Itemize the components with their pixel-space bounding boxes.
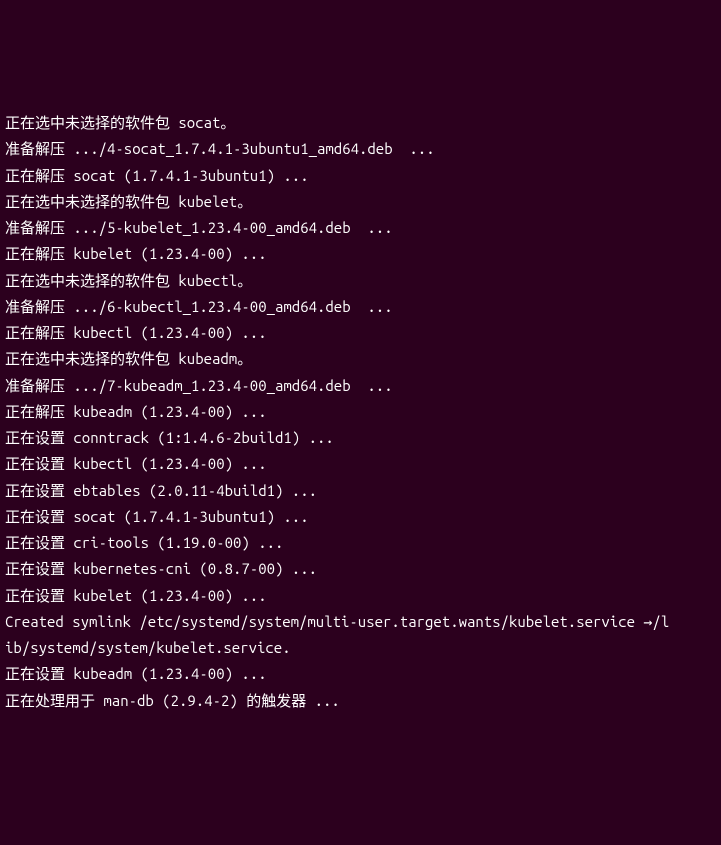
terminal-line: Created symlink /etc/systemd/system/mult… xyxy=(5,609,716,635)
terminal-line: 正在设置 ebtables (2.0.11-4build1) ... xyxy=(5,478,716,504)
terminal-line: 正在解压 kubelet (1.23.4-00) ... xyxy=(5,241,716,267)
terminal-line: 正在选中未选择的软件包 kubelet。 xyxy=(5,189,716,215)
terminal-line: 正在设置 kubelet (1.23.4-00) ... xyxy=(5,583,716,609)
terminal-line: 正在设置 kubernetes-cni (0.8.7-00) ... xyxy=(5,556,716,582)
terminal-line: 准备解压 .../7-kubeadm_1.23.4-00_amd64.deb .… xyxy=(5,373,716,399)
terminal-line: 准备解压 .../5-kubelet_1.23.4-00_amd64.deb .… xyxy=(5,215,716,241)
terminal-line: 准备解压 .../6-kubectl_1.23.4-00_amd64.deb .… xyxy=(5,294,716,320)
terminal-line: 正在设置 kubeadm (1.23.4-00) ... xyxy=(5,661,716,687)
terminal-line: 正在设置 socat (1.7.4.1-3ubuntu1) ... xyxy=(5,504,716,530)
terminal-line: ib/systemd/system/kubelet.service. xyxy=(5,635,716,661)
terminal-line: 准备解压 .../4-socat_1.7.4.1-3ubuntu1_amd64.… xyxy=(5,136,716,162)
terminal-line: 正在解压 socat (1.7.4.1-3ubuntu1) ... xyxy=(5,163,716,189)
terminal-line: 正在选中未选择的软件包 socat。 xyxy=(5,110,716,136)
terminal-line: 正在设置 cri-tools (1.19.0-00) ... xyxy=(5,530,716,556)
terminal-line: 正在选中未选择的软件包 kubectl。 xyxy=(5,268,716,294)
terminal-line: 正在解压 kubeadm (1.23.4-00) ... xyxy=(5,399,716,425)
terminal-line: 正在选中未选择的软件包 kubeadm。 xyxy=(5,346,716,372)
terminal-line: 正在解压 kubectl (1.23.4-00) ... xyxy=(5,320,716,346)
terminal-output[interactable]: 正在选中未选择的软件包 socat。准备解压 .../4-socat_1.7.4… xyxy=(5,110,716,714)
terminal-line: 正在设置 conntrack (1:1.4.6-2build1) ... xyxy=(5,425,716,451)
terminal-line: 正在设置 kubectl (1.23.4-00) ... xyxy=(5,451,716,477)
terminal-line: 正在处理用于 man-db (2.9.4-2) 的触发器 ... xyxy=(5,688,716,714)
